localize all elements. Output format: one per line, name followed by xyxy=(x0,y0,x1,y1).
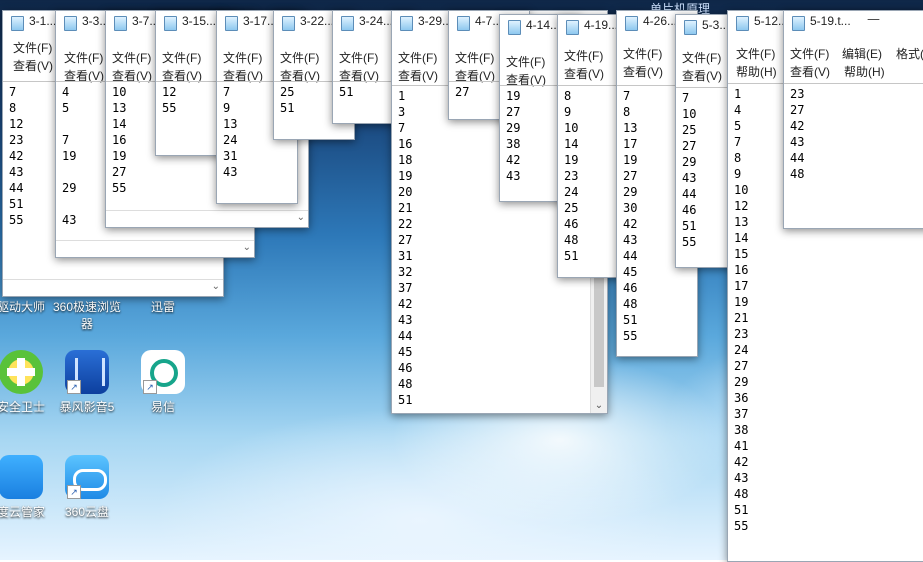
shortcut-arrow-icon: ↗ xyxy=(67,380,81,394)
notepad-icon xyxy=(457,16,470,31)
window-title: 3-24... xyxy=(359,14,394,28)
scroll-down-arrow-icon[interactable]: ⌄ xyxy=(297,212,305,223)
notepad-icon xyxy=(164,16,177,31)
horizontal-scrollbar[interactable]: ⌄ xyxy=(106,210,308,227)
menu-help[interactable]: 帮助(H) xyxy=(844,63,885,81)
360-cloud-icon: ↗ xyxy=(65,455,109,499)
window-title: 3-15... xyxy=(182,14,217,28)
notepad-icon xyxy=(64,16,77,31)
360-security-icon xyxy=(0,350,43,394)
notepad-icon xyxy=(625,16,638,31)
baofeng-video-icon: ↗ xyxy=(65,350,109,394)
menu-view[interactable]: 查看(V) xyxy=(623,63,663,81)
menu-format[interactable]: 格式( xyxy=(896,45,923,63)
window-title: 5-19.t... xyxy=(810,14,851,28)
window-title: 4-19... xyxy=(584,18,619,32)
menu-file[interactable]: 文件(F) xyxy=(223,49,262,67)
desktop-icon-xunlei[interactable]: 迅雷 xyxy=(128,298,198,315)
menu-view[interactable]: 查看(V) xyxy=(13,57,53,75)
window-title: 3-1... xyxy=(29,14,57,28)
menu-file[interactable]: 文件(F) xyxy=(112,49,151,67)
360-cloud-label: 360云盘 xyxy=(64,505,110,519)
window-title: 4-26... xyxy=(643,14,678,28)
window-title: 3-17... xyxy=(243,14,278,28)
menu-file[interactable]: 文件(F) xyxy=(280,49,319,67)
yixin-label: 易信 xyxy=(150,400,175,414)
xunlei-icon-label: 迅雷 xyxy=(150,300,175,314)
window-title: 5-3... xyxy=(702,18,730,32)
menu-file[interactable]: 文件(F) xyxy=(564,47,603,65)
notepad-icon xyxy=(400,16,413,31)
notepad-icon xyxy=(684,20,697,35)
menu-file[interactable]: 文件(F) xyxy=(339,49,378,67)
360-browser-icon-label: 360极速浏览器 xyxy=(52,300,122,331)
menu-file[interactable]: 文件(F) xyxy=(682,49,721,67)
menu-file[interactable]: 文件(F) xyxy=(623,45,662,63)
minimize-button[interactable]: — xyxy=(867,12,880,27)
desktop-icon-baidu-cloud[interactable]: 度云管家 xyxy=(0,455,56,520)
notepad-icon xyxy=(282,16,295,31)
menu-view[interactable]: 查看(V) xyxy=(398,67,438,85)
desktop-icon-360-browser[interactable]: 360极速浏览器 xyxy=(52,298,122,332)
notepad-icon xyxy=(508,20,521,35)
notepad-icon xyxy=(736,16,749,31)
horizontal-scrollbar[interactable]: ⌄ xyxy=(56,240,254,257)
menu-file[interactable]: 文件(F) xyxy=(455,49,494,67)
baofeng-video-label: 暴风影音5 xyxy=(59,400,115,414)
scroll-down-arrow-icon[interactable]: ⌄ xyxy=(212,281,220,292)
menu-file[interactable]: 文件(F) xyxy=(790,45,829,63)
horizontal-scrollbar[interactable]: ⌄ xyxy=(3,279,223,296)
shortcut-arrow-icon: ↗ xyxy=(67,485,81,499)
menu-view[interactable]: 查看(V) xyxy=(790,63,830,81)
desktop-icon-yixin[interactable]: ↗ 易信 xyxy=(128,350,198,415)
notepad-icon xyxy=(341,16,354,31)
notepad-icon xyxy=(792,16,805,31)
baidu-cloud-icon xyxy=(0,455,43,499)
desktop-icon-driver-master[interactable]: 驱动大师 xyxy=(0,298,56,315)
menu-file[interactable]: 文件(F) xyxy=(736,45,775,63)
menu-file[interactable]: 文件(F) xyxy=(398,49,437,67)
notepad-window-5-19[interactable]: 5-19.t... — 文件(F) 编辑(E) 格式( 查看(V) 帮助(H) 2… xyxy=(783,10,923,229)
driver-master-icon-label: 驱动大师 xyxy=(0,300,45,314)
desktop-icon-360-security[interactable]: 安全卫士 xyxy=(0,350,56,415)
menu-view[interactable]: 查看(V) xyxy=(682,67,722,85)
desktop-icon-baofeng[interactable]: ↗ 暴风影音5 xyxy=(52,350,122,415)
title-bar[interactable]: 5-19.t... — xyxy=(784,11,923,35)
notepad-icon xyxy=(566,20,579,35)
menu-file[interactable]: 文件(F) xyxy=(506,53,545,71)
scroll-down-arrow-icon[interactable]: ⌄ xyxy=(591,400,607,411)
menu-file[interactable]: 文件(F) xyxy=(64,49,103,67)
menu-edit[interactable]: 编辑(E) xyxy=(842,45,882,63)
window-title: 3-22... xyxy=(300,14,335,28)
notepad-icon xyxy=(11,16,24,31)
window-title: 4-14... xyxy=(526,18,561,32)
notepad-icon xyxy=(114,16,127,31)
menu-view[interactable]: 查看(V) xyxy=(564,65,604,83)
shortcut-arrow-icon: ↗ xyxy=(143,380,157,394)
menu-file[interactable]: 文件(F) xyxy=(13,39,52,57)
scroll-down-arrow-icon[interactable]: ⌄ xyxy=(243,242,251,253)
desktop-icon-360-cloud[interactable]: ↗ 360云盘 xyxy=(52,455,122,520)
menu-help[interactable]: 帮助(H) xyxy=(736,63,777,81)
baidu-cloud-label: 度云管家 xyxy=(0,505,45,519)
menu-file[interactable]: 文件(F) xyxy=(162,49,201,67)
text-area[interactable]: 23 27 42 43 44 48 xyxy=(784,83,923,228)
360-security-label: 安全卫士 xyxy=(0,400,45,414)
window-title: 3-29... xyxy=(418,14,453,28)
yixin-icon: ↗ xyxy=(141,350,185,394)
notepad-icon xyxy=(225,16,238,31)
